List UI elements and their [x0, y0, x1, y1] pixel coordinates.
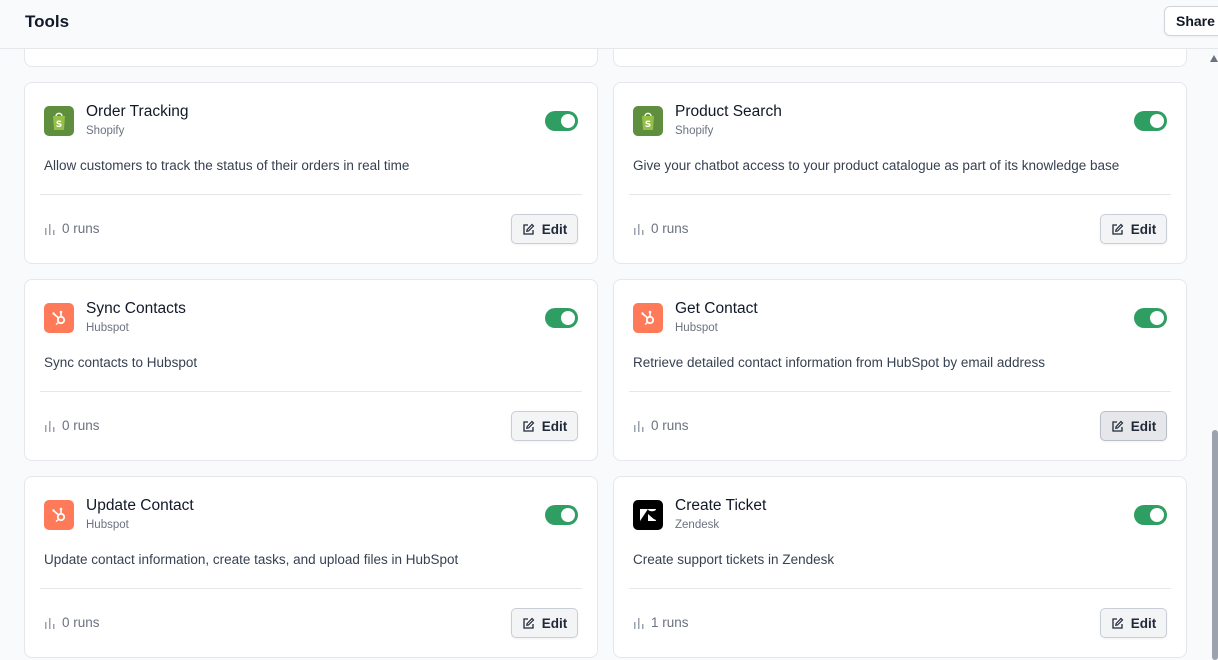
- bar-chart-icon: [44, 223, 56, 235]
- tool-card: Create Ticket Zendesk Create support tic…: [613, 476, 1187, 658]
- hubspot-icon: [44, 303, 74, 333]
- tool-card-partial: [24, 49, 598, 67]
- edit-button[interactable]: Edit: [511, 608, 578, 638]
- tool-card: Update Contact Hubspot Update contact in…: [24, 476, 598, 658]
- toggle-knob: [1150, 508, 1164, 522]
- toggle-knob: [1150, 114, 1164, 128]
- tool-description: Give your chatbot access to your product…: [633, 158, 1120, 173]
- tool-title: Order Tracking: [86, 103, 189, 120]
- tool-provider: Shopify: [675, 125, 714, 137]
- tool-provider: Zendesk: [675, 519, 720, 531]
- edit-label: Edit: [541, 615, 568, 631]
- toggle-knob: [1150, 311, 1164, 325]
- tool-description: Allow customers to track the status of t…: [44, 158, 410, 173]
- edit-label: Edit: [1130, 418, 1157, 434]
- tool-runs: 0 runs: [44, 418, 100, 433]
- card-divider: [40, 194, 582, 195]
- tool-card: S Order Tracking Shopify Allow customers…: [24, 82, 598, 264]
- tool-description: Retrieve detailed contact information fr…: [633, 355, 1045, 370]
- tool-runs: 0 runs: [44, 221, 100, 236]
- runs-count: 0 runs: [651, 418, 689, 433]
- zendesk-icon: [633, 500, 663, 530]
- edit-label: Edit: [541, 221, 568, 237]
- tool-title: Get Contact: [675, 300, 758, 317]
- tool-title: Sync Contacts: [86, 300, 186, 317]
- scrollbar-thumb[interactable]: [1212, 430, 1218, 660]
- edit-label: Edit: [541, 418, 568, 434]
- edit-icon: [522, 420, 535, 433]
- share-button[interactable]: Share l: [1164, 6, 1218, 36]
- toggle-knob: [561, 311, 575, 325]
- runs-count: 0 runs: [62, 221, 100, 236]
- tool-card-partial: [613, 49, 1187, 67]
- tool-title: Create Ticket: [675, 497, 767, 514]
- tool-card: Get Contact Hubspot Retrieve detailed co…: [613, 279, 1187, 461]
- tool-description: Create support tickets in Zendesk: [633, 552, 835, 567]
- tool-title: Product Search: [675, 103, 782, 120]
- tool-description: Sync contacts to Hubspot: [44, 355, 198, 370]
- shopify-icon: S: [44, 106, 74, 136]
- tool-description: Update contact information, create tasks…: [44, 552, 459, 567]
- tool-provider: Hubspot: [86, 519, 129, 531]
- hubspot-icon: [633, 303, 663, 333]
- tool-runs: 0 runs: [633, 418, 689, 433]
- edit-button[interactable]: Edit: [1100, 608, 1167, 638]
- edit-icon: [1111, 420, 1124, 433]
- bar-chart-icon: [633, 420, 645, 432]
- tool-provider: Hubspot: [86, 322, 129, 334]
- svg-text:S: S: [645, 120, 651, 130]
- edit-label: Edit: [1130, 615, 1157, 631]
- hubspot-icon: [44, 500, 74, 530]
- runs-count: 0 runs: [651, 221, 689, 236]
- edit-button[interactable]: Edit: [1100, 411, 1167, 441]
- edit-label: Edit: [1130, 221, 1157, 237]
- card-divider: [629, 588, 1171, 589]
- edit-icon: [1111, 617, 1124, 630]
- card-divider: [40, 588, 582, 589]
- runs-count: 1 runs: [651, 615, 689, 630]
- edit-icon: [1111, 223, 1124, 236]
- toggle-knob: [561, 508, 575, 522]
- bar-chart-icon: [633, 617, 645, 629]
- edit-icon: [522, 223, 535, 236]
- tool-title: Update Contact: [86, 497, 194, 514]
- tool-runs: 1 runs: [633, 615, 689, 630]
- tool-provider: Hubspot: [675, 322, 718, 334]
- tool-enabled-toggle[interactable]: [545, 308, 578, 328]
- tool-enabled-toggle[interactable]: [1134, 308, 1167, 328]
- tool-enabled-toggle[interactable]: [1134, 111, 1167, 131]
- page-header: Tools Share l: [0, 0, 1218, 49]
- tool-card: S Product Search Shopify Give your chatb…: [613, 82, 1187, 264]
- bar-chart-icon: [633, 223, 645, 235]
- tool-enabled-toggle[interactable]: [545, 111, 578, 131]
- bar-chart-icon: [44, 617, 56, 629]
- bar-chart-icon: [44, 420, 56, 432]
- toggle-knob: [561, 114, 575, 128]
- edit-button[interactable]: Edit: [511, 411, 578, 441]
- tool-runs: 0 runs: [633, 221, 689, 236]
- runs-count: 0 runs: [62, 615, 100, 630]
- card-divider: [629, 391, 1171, 392]
- card-divider: [629, 194, 1171, 195]
- tools-grid: S Order Tracking Shopify Allow customers…: [0, 49, 1200, 660]
- runs-count: 0 runs: [62, 418, 100, 433]
- shopify-icon: S: [633, 106, 663, 136]
- edit-icon: [522, 617, 535, 630]
- svg-text:S: S: [56, 120, 62, 130]
- tool-enabled-toggle[interactable]: [1134, 505, 1167, 525]
- edit-button[interactable]: Edit: [511, 214, 578, 244]
- edit-button[interactable]: Edit: [1100, 214, 1167, 244]
- tool-provider: Shopify: [86, 125, 125, 137]
- scroll-up-arrow-icon[interactable]: [1210, 55, 1218, 62]
- page-title: Tools: [25, 12, 70, 31]
- tool-runs: 0 runs: [44, 615, 100, 630]
- tool-card: Sync Contacts Hubspot Sync contacts to H…: [24, 279, 598, 461]
- card-divider: [40, 391, 582, 392]
- tool-enabled-toggle[interactable]: [545, 505, 578, 525]
